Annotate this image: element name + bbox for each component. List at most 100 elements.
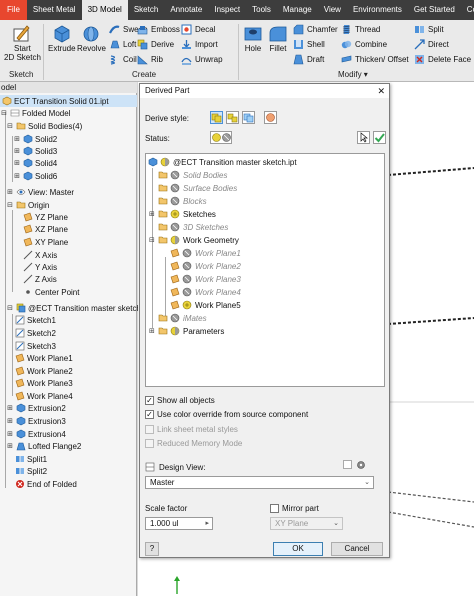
tree-node-surface-bodies[interactable]: Surface Bodies xyxy=(158,182,237,194)
browser-item-work-plane3[interactable]: Work Plane3 xyxy=(13,377,73,389)
tree-node-3d-sketches[interactable]: 3D Sketches xyxy=(158,221,228,233)
browser-item-extrusion4[interactable]: ⊞ Extrusion4 xyxy=(6,428,66,440)
browser-item-x-axis[interactable]: X Axis xyxy=(21,249,57,261)
collapse-icon[interactable]: ⊟ xyxy=(6,122,14,130)
tab-environments[interactable]: Environments xyxy=(347,0,408,20)
tree-node-solid-bodies[interactable]: Solid Bodies xyxy=(158,169,227,181)
draft-button[interactable]: Draft xyxy=(293,54,324,65)
loft-button[interactable]: Loft xyxy=(109,39,136,50)
derive-composite-button[interactable] xyxy=(264,111,277,124)
chamfer-button[interactable]: Chamfer xyxy=(293,24,338,35)
expand-icon[interactable]: ⊞ xyxy=(6,417,14,425)
derive-button[interactable]: Derive xyxy=(137,39,174,50)
browser-item-z-axis[interactable]: Z Axis xyxy=(21,273,57,285)
browser-item-xy-plane[interactable]: XY Plane xyxy=(21,236,68,248)
browser-item-sketch1[interactable]: Sketch1 xyxy=(13,314,56,326)
show-all-objects-checkbox[interactable]: ✓ Show all objects xyxy=(145,396,215,405)
browser-item-solid-bodies[interactable]: ⊟ Solid Bodies(4) xyxy=(6,120,82,132)
split-button[interactable]: Split xyxy=(414,24,444,35)
browser-item-sketch3[interactable]: Sketch3 xyxy=(13,340,56,352)
link-sheet-metal-checkbox[interactable]: Link sheet metal styles xyxy=(145,425,238,434)
tab-inspect[interactable]: Inspect xyxy=(208,0,246,20)
help-button[interactable]: ? xyxy=(145,542,159,556)
scale-factor-input[interactable]: 1.000 ul ▸ xyxy=(145,517,213,530)
tree-node-work-plane5[interactable]: Work Plane5 xyxy=(170,299,241,311)
browser-item-derived-sketch[interactable]: ⊟ @ECT Transition master sketch.ipt xyxy=(6,302,152,314)
reduced-memory-checkbox[interactable]: Reduced Memory Mode xyxy=(145,439,242,448)
unwrap-button[interactable]: Unwrap xyxy=(181,54,223,65)
tree-node-work-plane1[interactable]: Work Plane1 xyxy=(170,247,241,259)
tree-node-sketches[interactable]: ⊞ Sketches xyxy=(149,208,216,220)
expand-icon[interactable]: ⊞ xyxy=(13,147,21,155)
browser-item-solid4[interactable]: ⊞ Solid4 xyxy=(13,157,57,169)
expand-icon[interactable]: ⊞ xyxy=(6,188,14,196)
fillet-button[interactable]: Fillet xyxy=(268,23,288,53)
thicken-offset-button[interactable]: Thicken/ Offset xyxy=(341,54,409,65)
expand-icon[interactable]: ⊞ xyxy=(149,210,158,218)
tab-collab[interactable]: Collab xyxy=(461,0,474,20)
combine-button[interactable]: Combine xyxy=(341,39,387,50)
expand-icon[interactable]: ⊞ xyxy=(13,159,21,167)
hole-button[interactable]: Hole xyxy=(243,23,263,53)
tab-file[interactable]: File xyxy=(0,0,27,20)
browser-item-xz-plane[interactable]: XZ Plane xyxy=(21,223,68,235)
browser-item-extrusion3[interactable]: ⊞ Extrusion3 xyxy=(6,415,66,427)
checkbox-box[interactable] xyxy=(270,504,279,513)
delete-face-button[interactable]: Delete Face xyxy=(414,54,471,65)
browser-item-work-plane2[interactable]: Work Plane2 xyxy=(13,365,73,377)
browser-item-y-axis[interactable]: Y Axis xyxy=(21,261,57,273)
browser-item-work-plane1[interactable]: Work Plane1 xyxy=(13,352,73,364)
accept-button[interactable] xyxy=(373,131,386,144)
browser-item-split2[interactable]: Split2 xyxy=(13,465,47,477)
browser-item-split1[interactable]: Split1 xyxy=(13,453,47,465)
mirror-plane-dropdown[interactable]: XY Plane ⌄ xyxy=(270,517,343,530)
shell-button[interactable]: Shell xyxy=(293,39,325,50)
cancel-button[interactable]: Cancel xyxy=(331,542,383,556)
browser-item-extrusion2[interactable]: ⊞ Extrusion2 xyxy=(6,402,66,414)
rib-button[interactable]: Rib xyxy=(137,54,163,65)
tab-sheet-metal[interactable]: Sheet Metal xyxy=(27,0,82,20)
tab-manage[interactable]: Manage xyxy=(277,0,318,20)
derive-single-solid-button[interactable] xyxy=(210,111,223,124)
mirror-part-checkbox[interactable]: Mirror part xyxy=(270,504,319,513)
design-view-associative-checkbox[interactable] xyxy=(343,460,352,469)
tree-node-blocks[interactable]: Blocks xyxy=(158,195,207,207)
tree-node-work-geometry[interactable]: ⊟ Work Geometry xyxy=(149,234,239,246)
direct-button[interactable]: Direct xyxy=(414,39,449,50)
tab-get-started[interactable]: Get Started xyxy=(408,0,461,20)
extrude-button[interactable]: Extrude xyxy=(48,23,76,53)
browser-item-part[interactable]: ECT Transition Solid 01.ipt xyxy=(0,95,137,107)
tab-sketch[interactable]: Sketch xyxy=(128,0,164,20)
tab-tools[interactable]: Tools xyxy=(246,0,277,20)
tree-node-work-plane2[interactable]: Work Plane2 xyxy=(170,260,241,272)
checkbox-box[interactable] xyxy=(145,425,154,434)
arrow-right-icon[interactable]: ▸ xyxy=(205,518,209,529)
browser-item-solid2[interactable]: ⊞ Solid2 xyxy=(13,133,57,145)
expand-icon[interactable]: ⊞ xyxy=(6,442,14,450)
revolve-button[interactable]: Revolve xyxy=(77,23,106,53)
browser-item-yz-plane[interactable]: YZ Plane xyxy=(21,211,68,223)
settings-icon[interactable] xyxy=(355,459,367,471)
browser-item-solid3[interactable]: ⊞ Solid3 xyxy=(13,145,57,157)
ok-button[interactable]: OK xyxy=(273,542,323,556)
coil-button[interactable]: Coil xyxy=(109,54,137,65)
tree-node-work-plane4[interactable]: Work Plane4 xyxy=(170,286,241,298)
checkbox-box[interactable]: ✓ xyxy=(145,410,154,419)
tree-root[interactable]: @ECT Transition master sketch.ipt xyxy=(148,156,297,168)
tab-view[interactable]: View xyxy=(318,0,347,20)
browser-item-center-point[interactable]: Center Point xyxy=(21,286,79,298)
thread-button[interactable]: Thread xyxy=(341,24,380,35)
design-view-dropdown[interactable]: Master ⌄ xyxy=(145,476,374,489)
start-2d-sketch-button[interactable]: Start 2D Sketch xyxy=(4,23,41,62)
browser-item-sketch2[interactable]: Sketch2 xyxy=(13,327,56,339)
browser-item-solid6[interactable]: ⊞ Solid6 xyxy=(13,170,57,182)
emboss-button[interactable]: Emboss xyxy=(137,24,180,35)
browser-item-origin[interactable]: ⊟ Origin xyxy=(6,199,49,211)
derive-solid-bodies-button[interactable] xyxy=(226,111,239,124)
collapse-icon[interactable]: ⊟ xyxy=(149,236,158,244)
status-toggle[interactable] xyxy=(210,131,232,144)
browser-item-end-of-folded[interactable]: End of Folded xyxy=(13,478,77,490)
select-from-base-button[interactable] xyxy=(357,131,370,144)
browser-item-lofted-flange2[interactable]: ⊞ Lofted Flange2 xyxy=(6,440,81,452)
tab-3d-model[interactable]: 3D Model xyxy=(81,0,128,20)
